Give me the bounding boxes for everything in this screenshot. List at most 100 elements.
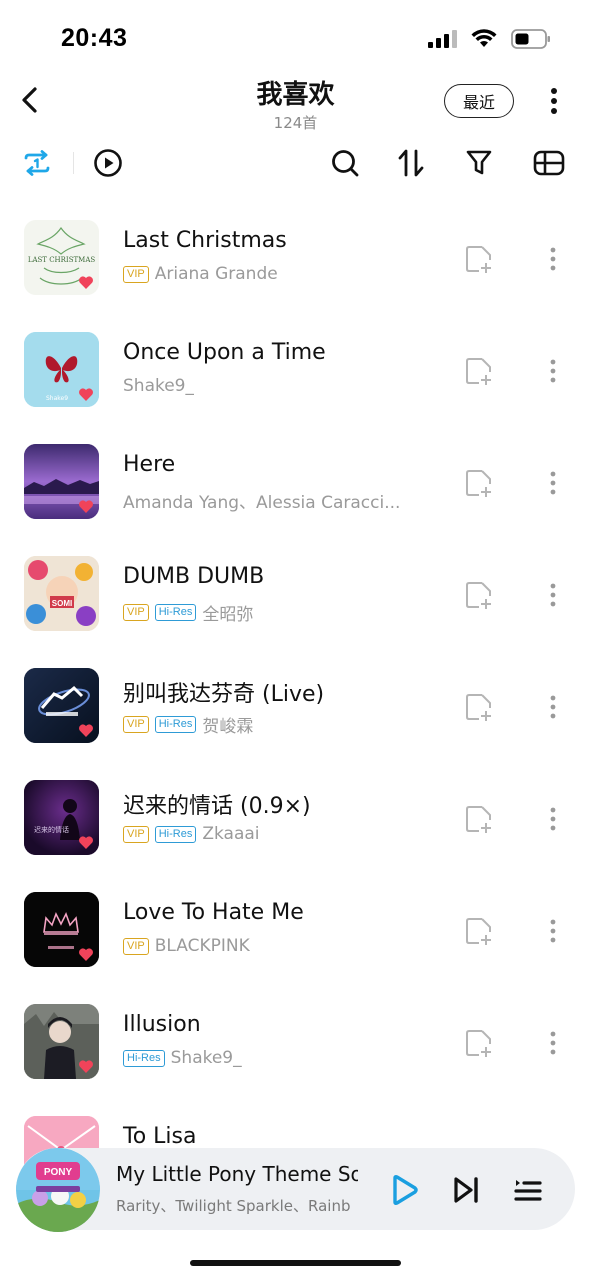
playlist-queue-button[interactable] [510,1172,546,1208]
cover-bie-jiao [24,668,99,743]
row-more-button[interactable] [546,244,560,274]
more-vertical-icon [550,583,556,607]
svg-text:PONY: PONY [44,1167,73,1178]
song-artist: 全昭弥 [202,605,254,625]
status-icons [427,28,551,50]
song-title: Last Christmas [123,228,287,253]
liked-heart-icon [79,724,93,737]
battery-icon [511,29,550,49]
song-row[interactable]: Illusion Hi-Res Shake9_ [0,992,591,1104]
svg-text:LAST CHRISTMAS: LAST CHRISTMAS [28,256,96,264]
liked-heart-icon [79,1060,93,1073]
add-to-playlist-icon[interactable] [465,468,493,498]
status-bar: 20:43 [0,0,591,70]
song-meta: VIP Hi-Res 全昭弥 [123,600,253,625]
song-title: Love To Hate Me [123,900,304,925]
cover-my-little-pony[interactable]: PONY [16,1148,100,1232]
search-button[interactable] [328,146,362,180]
song-meta: VIP Hi-Res Zkaaai [123,824,260,844]
song-row[interactable]: LAST CHRISTMAS Last Christmas VIP Ariana… [0,208,591,320]
cover-dumb-dumb: SOMI [24,556,99,631]
more-vertical-icon [550,359,556,383]
recent-button[interactable]: 最近 [444,84,514,118]
single-loop-button[interactable] [20,146,54,180]
song-row[interactable]: Shake9 Once Upon a Time Shake9_ [0,320,591,432]
cover-here [24,444,99,519]
song-title: Illusion [123,1012,201,1037]
batch-manage-button[interactable] [532,146,566,180]
hires-badge: Hi-Res [123,1049,165,1067]
song-title: To Lisa [123,1124,197,1149]
play-button[interactable] [386,1172,422,1208]
toolbar [0,140,591,186]
liked-heart-icon [79,388,93,401]
more-vertical-icon [550,919,556,943]
more-options-button[interactable] [540,84,568,118]
signal-icon [428,30,457,48]
now-playing-cover-art: PONY [16,1148,100,1232]
cover-art: SOMI [24,556,99,631]
liked-heart-icon [79,276,93,289]
song-row[interactable]: SOMI DUMB DUMB VIP Hi-Res 全昭弥 [0,544,591,656]
more-vertical-icon [550,247,556,271]
add-to-playlist-icon[interactable] [465,692,493,722]
add-to-playlist-icon[interactable] [465,356,493,386]
vip-badge: VIP [123,825,149,843]
add-to-playlist-icon[interactable] [465,916,493,946]
add-to-playlist-icon[interactable] [465,244,493,274]
sort-button[interactable] [394,146,428,180]
liked-heart-icon [79,836,93,849]
row-more-button[interactable] [546,804,560,834]
song-title: 迟来的情话 (0.9×) [123,794,311,819]
liked-heart-icon [79,948,93,961]
vip-badge: VIP [123,265,149,283]
row-more-button[interactable] [546,580,560,610]
song-artist: 贺峻霖 [202,717,254,737]
song-row[interactable]: Love To Hate Me VIP BLACKPINK [0,880,591,992]
song-artist: Zkaaai [202,824,260,844]
vip-badge: VIP [123,937,149,955]
filter-button[interactable] [462,146,496,180]
more-vertical-icon [550,695,556,719]
song-artist: Shake9_ [170,1048,242,1068]
song-row[interactable]: 别叫我达芬奇 (Live) VIP Hi-Res 贺峻霖 [0,656,591,768]
playlist-icon [514,1180,542,1201]
sort-icon [398,149,424,177]
play-all-button[interactable] [91,146,125,180]
svg-text:SOMI: SOMI [52,599,72,608]
song-meta: VIP BLACKPINK [123,936,250,956]
search-icon [332,150,359,177]
play-circle-icon [94,149,122,177]
vip-badge: VIP [123,604,149,621]
song-artist: Ariana Grande [154,264,278,284]
row-more-button[interactable] [546,468,560,498]
add-to-playlist-icon[interactable] [465,804,493,834]
home-indicator [190,1260,401,1266]
song-meta: Amanda Yang、Alessia Caracci... [123,488,400,513]
add-to-playlist-icon[interactable] [465,580,493,610]
row-more-button[interactable] [546,916,560,946]
mini-player[interactable]: PONY My Little Pony Theme So Rarity、Twil… [16,1148,575,1232]
cover-once-upon-a-time: Shake9 [24,332,99,407]
song-meta: Hi-Res Shake9_ [123,1048,242,1068]
song-artist: Amanda Yang、Alessia Caracci... [123,493,401,513]
more-vertical-icon [550,807,556,831]
row-more-button[interactable] [546,1028,560,1058]
song-row[interactable]: Here Amanda Yang、Alessia Caracci... [0,432,591,544]
skip-next-icon [454,1177,478,1203]
song-meta: VIP Ariana Grande [123,264,278,284]
hires-badge: Hi-Res [154,825,197,843]
hires-badge: Hi-Res [154,716,197,733]
row-more-button[interactable] [546,356,560,386]
svg-text:迟来的情话: 迟来的情话 [34,825,69,834]
song-title: DUMB DUMB [123,564,265,589]
song-meta: VIP Hi-Res 贺峻霖 [123,712,253,737]
song-row[interactable]: 迟来的情话 迟来的情话 (0.9×) VIP Hi-Res Zkaaai [0,768,591,880]
row-more-button[interactable] [546,692,560,722]
play-icon [393,1174,418,1206]
cover-last-christmas: LAST CHRISTMAS [24,220,99,295]
add-to-playlist-icon[interactable] [465,1028,493,1058]
song-artist: BLACKPINK [154,936,250,956]
next-track-button[interactable] [448,1172,484,1208]
more-vertical-icon [550,1031,556,1055]
